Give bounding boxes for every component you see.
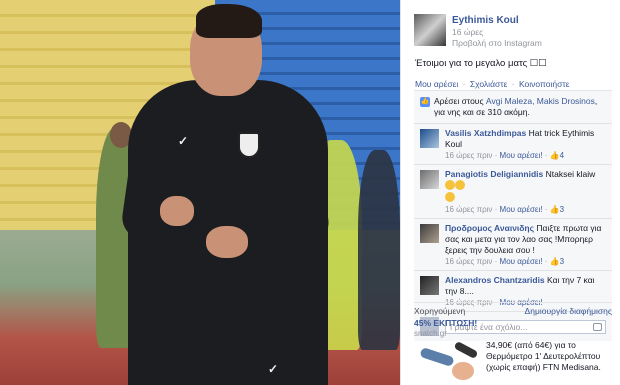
comment-item: Panagiotis Deligiannidis Ntaksei klaiw 1… xyxy=(414,165,612,219)
thermometer-icon xyxy=(453,340,479,360)
commenter-name[interactable]: Προδρομος Αναινιδης xyxy=(445,223,534,233)
comment-like-count-value: 3 xyxy=(559,205,565,214)
sponsored-header: Χορηγούμενη Δημιουργία διαφήμισης xyxy=(414,302,612,316)
post-actions: Μου αρέσει · Σχολιάστε · Κοινοποιήστε xyxy=(415,79,570,89)
commenter-avatar[interactable] xyxy=(420,129,439,148)
ad-copy: 34,90€ (από 64€) για το Θερμόμετρο 1' Δε… xyxy=(486,340,601,372)
comment-meta: 16 ώρες πριν · Μου αρέσει! · 👍3 xyxy=(445,205,565,214)
laughing-emoji-icon xyxy=(455,180,465,190)
sponsored-ad[interactable]: 45% ΕΚΠΤΩΣΗ! snatch.gr 34,90€ (από 64€) … xyxy=(414,318,612,382)
club-crest-icon xyxy=(238,132,260,158)
comment-like-count[interactable]: 👍3 xyxy=(550,257,564,266)
post-text: Έτοιμοι για το μεγαλο ματς ☐☐ xyxy=(415,58,547,69)
player-hand xyxy=(160,196,194,226)
commenter-name[interactable]: Panagiotis Deligiannidis xyxy=(445,169,543,179)
share-button[interactable]: Κοινοποιήστε xyxy=(519,79,570,89)
post-sidebar: Eythimis Koul 16 ώρες Προβολή στο Instag… xyxy=(400,0,620,385)
ad-title[interactable]: 45% ΕΚΠΤΩΣΗ! xyxy=(414,318,612,328)
swoosh-logo-icon: ✓ xyxy=(268,362,279,376)
comment-like-button[interactable]: Μου αρέσει! xyxy=(500,205,543,214)
comment-like-count-value: 3 xyxy=(559,257,565,266)
comment-like-count-value: 4 xyxy=(559,151,565,160)
comment-time[interactable]: 16 ώρες πριν xyxy=(445,151,492,160)
swoosh-logo-icon: ✓ xyxy=(178,134,189,148)
child-photo xyxy=(452,362,474,380)
sponsored-label: Χορηγούμενη xyxy=(414,306,466,316)
comment-time[interactable]: 16 ώρες πριν xyxy=(445,205,492,214)
create-ad-link[interactable]: Δημιουργία διαφήμισης xyxy=(525,306,612,316)
post-source[interactable]: Προβολή στο Instagram xyxy=(452,38,542,49)
thumbs-up-icon: 👍 xyxy=(420,97,430,107)
author-avatar[interactable] xyxy=(414,14,446,46)
commenter-avatar[interactable] xyxy=(420,276,439,295)
comment-like-count[interactable]: 👍4 xyxy=(550,151,564,160)
separator: · xyxy=(511,79,515,89)
comment-item: Vasilis Xatzhdimpas Hat trick Eythimis K… xyxy=(414,124,612,165)
comment-like-count[interactable]: 👍3 xyxy=(550,205,564,214)
commenter-name[interactable]: Vasilis Xatzhdimpas xyxy=(445,128,526,138)
commenter-name[interactable]: Alexandros Chantzaridis xyxy=(445,275,545,285)
laughing-emoji-icon xyxy=(445,180,455,190)
like-button[interactable]: Μου αρέσει xyxy=(415,79,458,89)
post-time[interactable]: 16 ώρες xyxy=(452,27,483,37)
post-header: Eythimis Koul 16 ώρες Προβολή στο Instag… xyxy=(414,14,542,49)
laughing-emoji-icon xyxy=(445,192,455,202)
comment-like-button[interactable]: Μου αρέσει! xyxy=(500,151,543,160)
comment-meta: 16 ώρες πριν · Μου αρέσει! · 👍4 xyxy=(445,151,565,160)
comment-text: Ntaksei klaiw xyxy=(545,169,596,179)
post-timestamp[interactable]: 16 ώρες xyxy=(452,27,542,38)
comment-time[interactable]: 16 ώρες πριν xyxy=(445,257,492,266)
comment-button[interactable]: Σχολιάστε xyxy=(470,79,508,89)
comment-meta: 16 ώρες πριν · Μου αρέσει! · 👍3 xyxy=(445,257,565,266)
comment-like-button[interactable]: Μου αρέσει! xyxy=(500,257,543,266)
likes-names[interactable]: Avgi Maleza, Makis Drosinos xyxy=(486,96,595,106)
comment-item: Προδρομος Αναινιδης Παιξτε πρωτα για σας… xyxy=(414,219,612,271)
likes-prefix: Αρέσει στους xyxy=(434,96,484,106)
thermometer-icon xyxy=(419,346,455,368)
ad-domain: snatch.gr xyxy=(414,329,447,338)
player-hand xyxy=(206,226,248,258)
likes-summary: 👍 Αρέσει στους Avgi Maleza, Makis Drosin… xyxy=(414,91,612,124)
author-name[interactable]: Eythimis Koul xyxy=(452,15,542,27)
commenter-avatar[interactable] xyxy=(420,170,439,189)
commenter-avatar[interactable] xyxy=(420,224,439,243)
ad-image[interactable] xyxy=(414,340,479,382)
post-photo[interactable]: ✓ ✓ xyxy=(0,0,400,385)
background-person xyxy=(358,150,400,350)
player-hair xyxy=(196,4,262,38)
separator: · xyxy=(462,79,466,89)
